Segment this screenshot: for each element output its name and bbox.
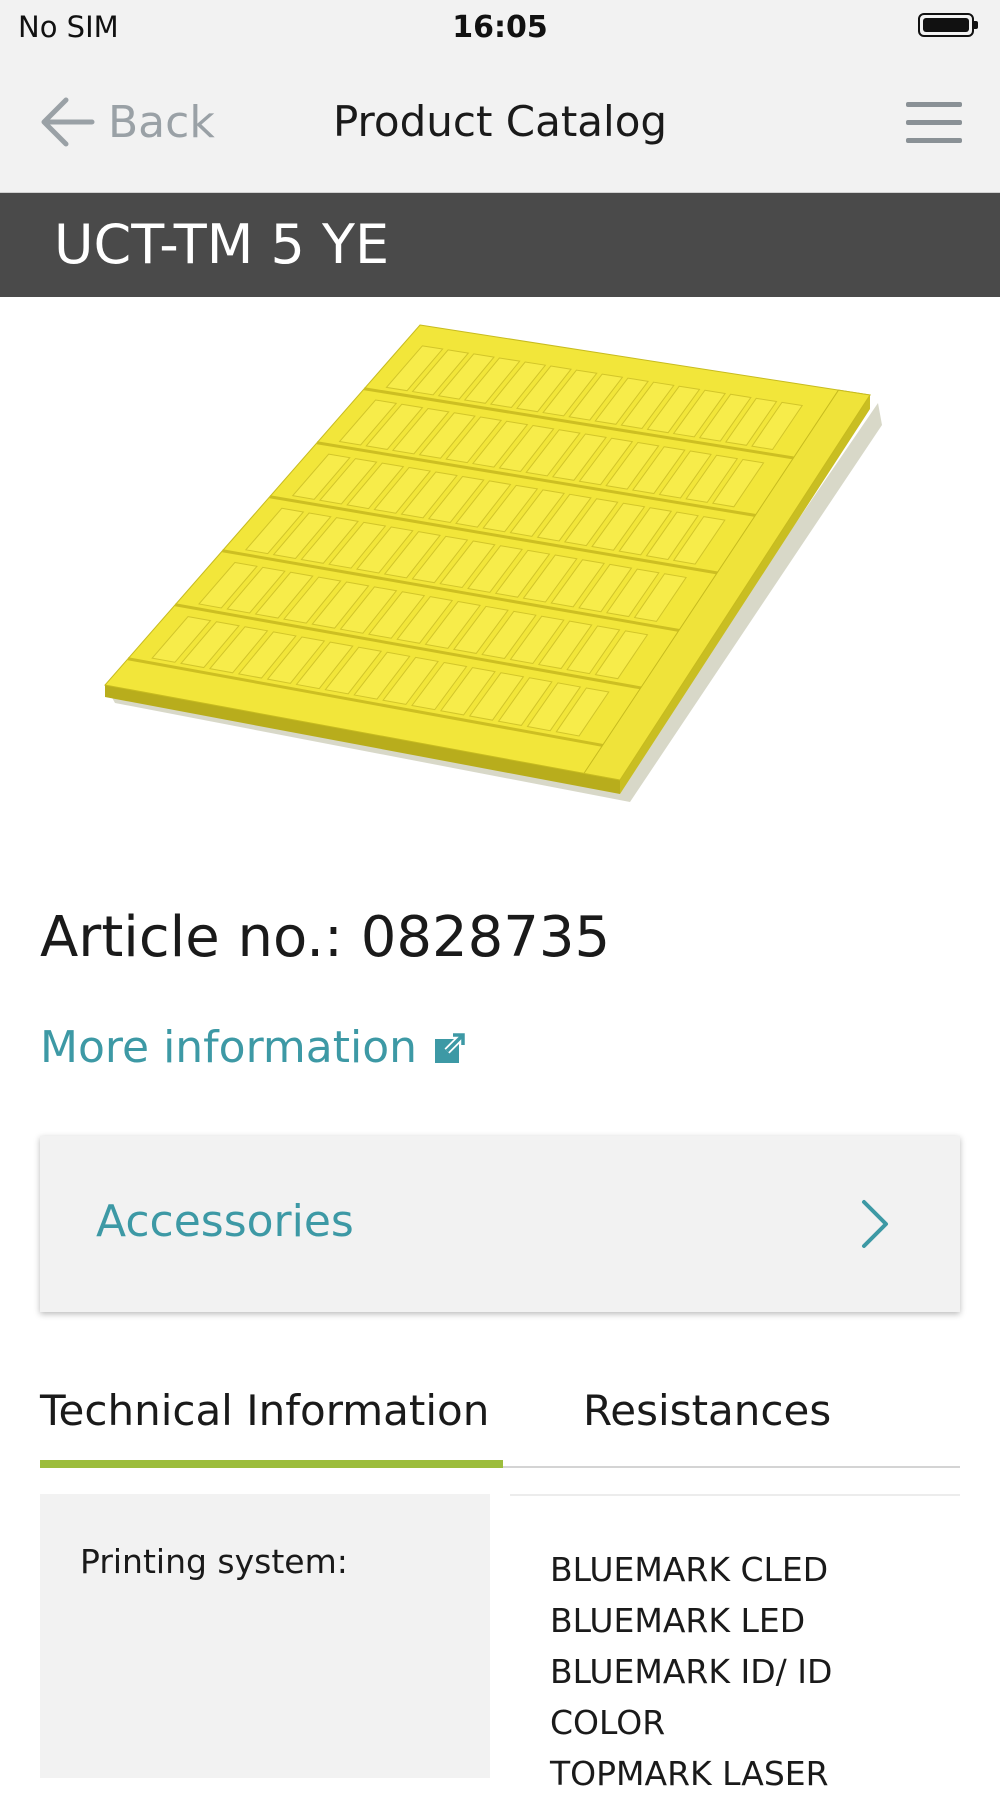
spec-value-line: COLOR [550, 1703, 666, 1742]
spec-value-line: BLUEMARK ID/ ID [550, 1652, 833, 1691]
spec-label-cell: Printing system: [40, 1494, 490, 1778]
accessories-label: Accessories [96, 1196, 354, 1247]
active-tab-indicator [40, 1460, 503, 1468]
spec-value-printing-system: BLUEMARK CLED BLUEMARK LED BLUEMARK ID/ … [550, 1544, 832, 1799]
hamburger-menu-icon[interactable] [906, 98, 962, 148]
chevron-right-icon [862, 1200, 888, 1248]
spec-value-line: BLUEMARK LED [550, 1601, 806, 1640]
tab-bar: Technical Information Resistances [40, 1380, 960, 1468]
external-link-icon [435, 1031, 467, 1063]
spec-value-line: BLUEMARK CLED [550, 1550, 829, 1589]
accessories-button[interactable]: Accessories [40, 1136, 960, 1312]
more-information-link[interactable]: More information [40, 1022, 467, 1073]
tab-resistances[interactable]: Resistances [583, 1386, 831, 1435]
battery-icon [918, 13, 978, 37]
product-name: UCT-TM 5 YE [54, 213, 390, 276]
spec-value-cell: BLUEMARK CLED BLUEMARK LED BLUEMARK ID/ … [510, 1494, 960, 1793]
page-title: Product Catalog [332, 97, 668, 146]
spec-label-printing-system: Printing system: [80, 1542, 348, 1581]
navigation-bar: Back Product Catalog [0, 54, 1000, 193]
more-information-label: More information [40, 1022, 418, 1073]
product-header: UCT-TM 5 YE [0, 193, 1000, 297]
article-number: Article no.: 0828735 [40, 905, 611, 970]
tab-technical-information[interactable]: Technical Information [40, 1386, 489, 1435]
spec-value-line: TOPMARK LASER [550, 1754, 829, 1793]
product-image [104, 324, 882, 802]
clock: 16:05 [452, 10, 548, 45]
status-bar: No SIM 16:05 [0, 0, 1000, 54]
